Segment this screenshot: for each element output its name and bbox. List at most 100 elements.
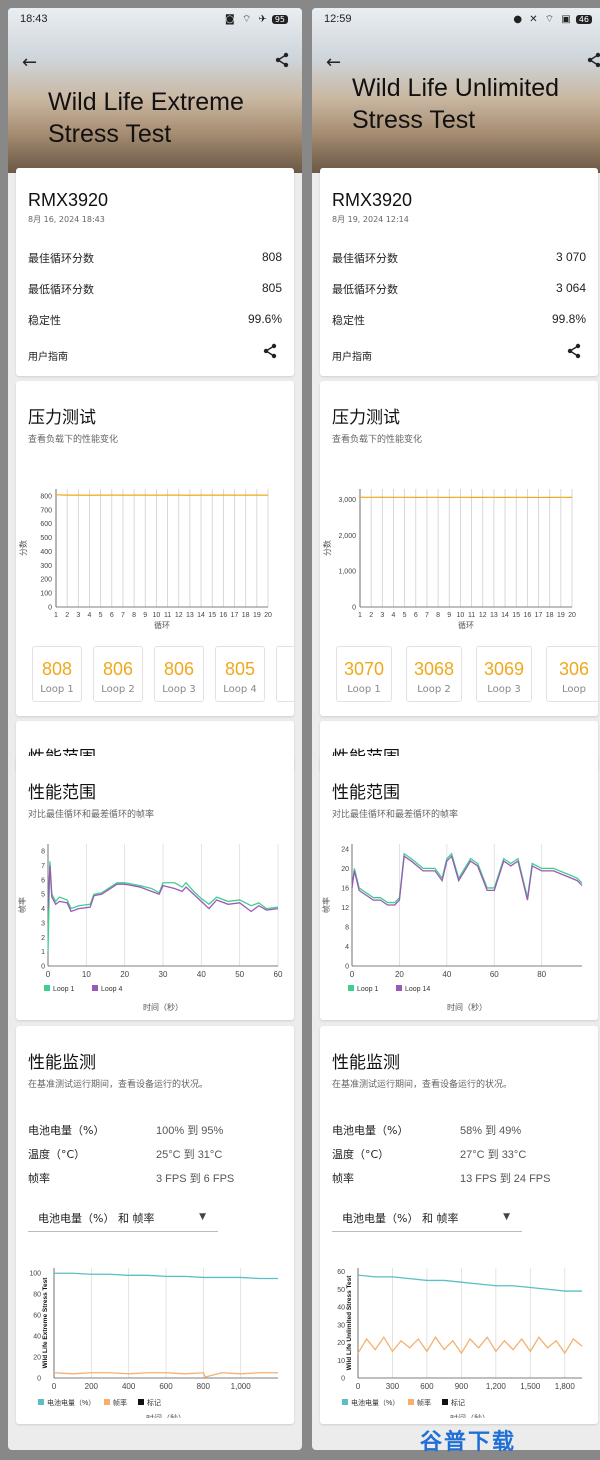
- best-loop-label: 最佳循环分数: [28, 252, 94, 265]
- x-tick-label: 7: [121, 612, 125, 619]
- user-guide-link[interactable]: 用户指南: [332, 348, 372, 363]
- y-tick-label: 20: [33, 1355, 41, 1362]
- back-arrow-icon[interactable]: ←: [22, 52, 37, 73]
- loop-score-card-partial[interactable]: 306 Loop: [546, 646, 598, 702]
- worst-loop-label: 最低循环分数: [332, 283, 398, 296]
- share-result-icon[interactable]: [566, 343, 582, 363]
- best-loop-value: 808: [261, 250, 282, 264]
- chevron-down-icon: ▼: [199, 1212, 206, 1222]
- metric-dropdown[interactable]: 电池电量（%） 和 帧率 ▼: [332, 1202, 522, 1232]
- battery-label: 电池电量（%）: [28, 1124, 105, 1137]
- monitor-series-line: [357, 1274, 582, 1292]
- x-tick-label: 10: [457, 612, 465, 619]
- x-tick-label: 30: [159, 970, 168, 979]
- worst-loop-label: 最低循环分数: [28, 283, 94, 296]
- y-tick-label: 3: [41, 920, 45, 927]
- legend-label: Loop 1: [357, 986, 379, 993]
- y-tick-label: 60: [33, 1313, 41, 1320]
- temperature-value: 27°C 到 33°C: [460, 1149, 527, 1161]
- legend-label: Loop 1: [53, 986, 75, 993]
- user-guide-link[interactable]: 用户指南: [28, 348, 68, 363]
- stability-value: 99.8%: [551, 312, 586, 326]
- y-tick-label: 7: [41, 863, 45, 870]
- back-arrow-icon[interactable]: ←: [326, 52, 341, 73]
- loop-score: 805: [224, 659, 256, 679]
- y-tick-label: 3,000: [338, 497, 356, 504]
- loop-score-strip[interactable]: 808 Loop 1 806 Loop 2 806 Loop 3 805 Loop 4: [32, 646, 294, 704]
- y-tick-label: 8: [345, 924, 349, 931]
- x-tick-label: 14: [197, 612, 205, 619]
- x-tick-label: 7: [425, 612, 429, 619]
- x-tick-label: 1: [54, 612, 58, 619]
- y-tick-label: 60: [337, 1269, 345, 1276]
- fps-comparison-chart: 0 10 20 30 40 50 60 0 1 2 3 4 5 6 7 8 帧率 Loop 1 Loop 4 时间（秒…: [17, 844, 283, 1012]
- monitor-card: 性能监测 在基准测试运行期间，查看设备运行的状况。 电池电量（%） 100% 到…: [16, 1026, 294, 1424]
- loop-score-card[interactable]: 3070 Loop 1: [336, 646, 392, 702]
- legend-label: 帧率: [417, 1398, 431, 1407]
- x-tick-label: 600: [159, 1382, 173, 1391]
- stability-row: 稳定性 99.8%: [332, 312, 586, 328]
- y-tick-label: 500: [40, 535, 52, 542]
- loop-score-card[interactable]: 3068 Loop 2: [406, 646, 462, 702]
- legend-label: Loop 14: [405, 986, 430, 993]
- test-date: 8月 16, 2024 18:43: [28, 215, 105, 224]
- stability-value: 99.6%: [247, 312, 282, 326]
- x-tick-label: 9: [447, 612, 451, 619]
- fps-value: 13 FPS 到 24 FPS: [460, 1173, 551, 1185]
- x-tick-label: 400: [122, 1382, 136, 1391]
- x-tick-label: 20: [120, 970, 129, 979]
- loop-score-card[interactable]: 806 Loop 2: [93, 646, 143, 702]
- x-axis-label: 时间（秒）: [447, 1002, 487, 1012]
- legend-label: Loop 4: [101, 986, 123, 993]
- metric-dropdown[interactable]: 电池电量（%） 和 帧率 ▼: [28, 1202, 218, 1232]
- loop-score-card[interactable]: 805 Loop 4: [215, 646, 265, 702]
- loop-score-card[interactable]: 3069 Loop 3: [476, 646, 532, 702]
- x-tick-label: 3: [380, 612, 384, 619]
- loop-score: 806: [163, 659, 195, 679]
- test-title: Wild Life Unlimited Stress Test: [352, 74, 560, 134]
- battery-icon: 95: [271, 15, 288, 24]
- y-tick-label: 40: [33, 1334, 41, 1341]
- share-icon[interactable]: [586, 52, 600, 72]
- y-tick-label: 0: [37, 1376, 41, 1383]
- loop-score: 806: [102, 659, 134, 679]
- x-tick-label: 3: [76, 612, 80, 619]
- perf-range-subtitle: 对比最佳循环和最差循环的帧率: [332, 810, 459, 820]
- perf-range-subtitle: 对比最佳循环和最差循环的帧率: [28, 810, 155, 820]
- x-tick-label: 18: [546, 612, 554, 619]
- loop-label: Loop 2: [417, 684, 451, 695]
- loop-score: 3070: [343, 659, 385, 679]
- legend-label: 标记: [147, 1398, 161, 1407]
- legend-swatch: [138, 1399, 144, 1405]
- metric-dropdown-value: 电池电量（%） 和 帧率: [342, 1212, 459, 1225]
- y-axis-label: 帧率: [321, 897, 331, 913]
- share-result-icon[interactable]: [262, 343, 278, 363]
- status-icon-glyphs: ◙ ⌔ ✈: [224, 14, 269, 25]
- x-axis-label: 时间（秒）: [450, 1413, 490, 1418]
- perf-range-title: 性能范围: [332, 783, 400, 803]
- worst-loop-row: 最低循环分数 3 064: [332, 281, 586, 297]
- test-date: 8月 19, 2024 12:14: [332, 215, 409, 224]
- y-tick-label: 0: [48, 605, 52, 612]
- x-tick-label: 40: [197, 970, 206, 979]
- loop-score-card[interactable]: 808 Loop 1: [32, 646, 82, 702]
- loop-label: Loop 1: [347, 684, 381, 695]
- monitor-title: 性能监测: [332, 1053, 400, 1073]
- status-bar: 12:59 ● ✕ ⌔ ▣ 46: [312, 8, 600, 30]
- phone-screen-left: 18:43 ◙ ⌔ ✈ 95 ← Wild Life Extreme Stress…: [8, 8, 302, 1450]
- x-tick-label: 18: [242, 612, 250, 619]
- x-tick-label: 5: [99, 612, 103, 619]
- share-icon[interactable]: [274, 52, 290, 72]
- legend-swatch: [348, 985, 354, 991]
- x-tick-label: 13: [186, 612, 194, 619]
- loop-score: 3068: [413, 659, 455, 679]
- stability-label: 稳定性: [28, 314, 61, 327]
- legend-label: 电池电量（%）: [351, 1398, 399, 1407]
- y-tick-label: 4: [41, 906, 45, 913]
- stress-test-card: 压力测试 查看负载下的性能变化 1 2 3 4 5 6 7 8 9 10 11 12 13 14 15 16 1…: [16, 381, 294, 716]
- status-time: 12:59: [324, 13, 352, 25]
- loop-score-card-partial[interactable]: [276, 646, 294, 702]
- loop-score-strip[interactable]: 3070 Loop 1 3068 Loop 2 3069 Loop 3 306 Loop: [336, 646, 598, 704]
- loop-score-card[interactable]: 806 Loop 3: [154, 646, 204, 702]
- y-tick-label: 5: [41, 892, 45, 899]
